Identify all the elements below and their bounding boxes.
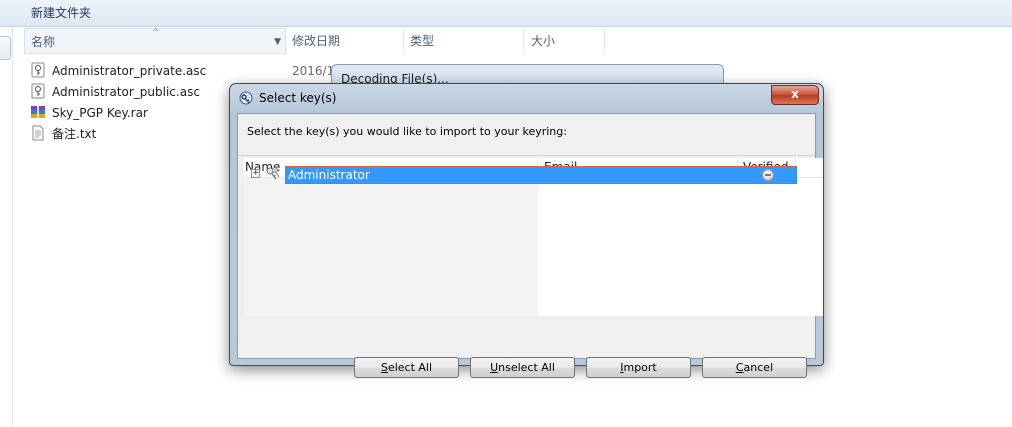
expand-toggle-icon[interactable]: + xyxy=(251,169,260,178)
instruction-text: Select the key(s) you would like to impo… xyxy=(247,125,567,138)
sort-ascending-icon: ^ xyxy=(152,28,160,38)
column-dropdown-icon[interactable]: ▼ xyxy=(274,29,281,55)
cancel-label: ancel xyxy=(743,361,774,374)
key-name: Administrator xyxy=(288,168,370,182)
column-header-size[interactable]: 大小 xyxy=(525,28,605,54)
column-header-type-label: 类型 xyxy=(410,34,435,48)
navigation-pane-edge xyxy=(0,27,13,427)
select-all-mnemonic: S xyxy=(380,361,388,374)
key-file-icon xyxy=(30,62,46,78)
unselect-all-mnemonic: U xyxy=(490,361,499,374)
column-header-name-label: 名称 xyxy=(31,35,56,49)
navigation-pane-toggle[interactable] xyxy=(0,36,11,60)
import-label: mport xyxy=(623,361,657,374)
file-date: 2016/1 xyxy=(292,64,335,78)
verified-status-icon xyxy=(762,169,774,181)
dialog-content: Select the key(s) you would like to impo… xyxy=(237,113,823,378)
column-header-type[interactable]: 类型 xyxy=(404,28,524,54)
select-keys-dialog: Select key(s) x Select the key(s) you wo… xyxy=(229,83,824,378)
cancel-mnemonic: C xyxy=(735,361,744,374)
file-row[interactable]: 备注.txt xyxy=(30,125,96,144)
folder-title: 新建文件夹 xyxy=(31,6,92,20)
close-icon: x xyxy=(791,87,799,101)
key-list-detail-area xyxy=(538,178,823,316)
key-file-icon xyxy=(30,83,46,99)
select-all-button[interactable]: Select All xyxy=(354,357,459,378)
column-header-size-label: 大小 xyxy=(531,34,556,48)
file-name: 备注.txt xyxy=(52,127,97,141)
file-name: Sky_PGP Key.rar xyxy=(52,106,148,120)
file-name: Administrator_public.asc xyxy=(52,85,200,99)
key-list-name-area xyxy=(244,178,538,316)
close-button[interactable]: x xyxy=(771,85,819,105)
unselect-all-button[interactable]: Unselect All xyxy=(470,357,575,378)
import-button[interactable]: Import xyxy=(586,357,691,378)
dialog-title: Select key(s) xyxy=(259,91,337,105)
select-all-label: elect All xyxy=(387,361,433,374)
file-name: Administrator_private.asc xyxy=(52,64,207,78)
rar-archive-icon xyxy=(30,104,46,120)
column-header-date-label: 修改日期 xyxy=(292,34,341,48)
pgp-keys-icon xyxy=(237,90,255,108)
cancel-button[interactable]: Cancel xyxy=(702,357,807,378)
separator xyxy=(238,155,815,156)
file-row[interactable]: Administrator_public.asc xyxy=(30,83,200,102)
column-header-date[interactable]: 修改日期 xyxy=(286,28,404,54)
column-header-name[interactable]: 名称 ^ ▼ xyxy=(24,28,286,54)
file-row[interactable]: Sky_PGP Key.rar xyxy=(30,104,148,123)
unselect-all-label: nselect All xyxy=(498,361,555,374)
text-file-icon xyxy=(30,125,46,141)
file-row[interactable]: Administrator_private.asc xyxy=(30,62,206,81)
key-pair-icon xyxy=(264,166,282,182)
key-row-selected[interactable]: Administrator xyxy=(285,166,797,184)
